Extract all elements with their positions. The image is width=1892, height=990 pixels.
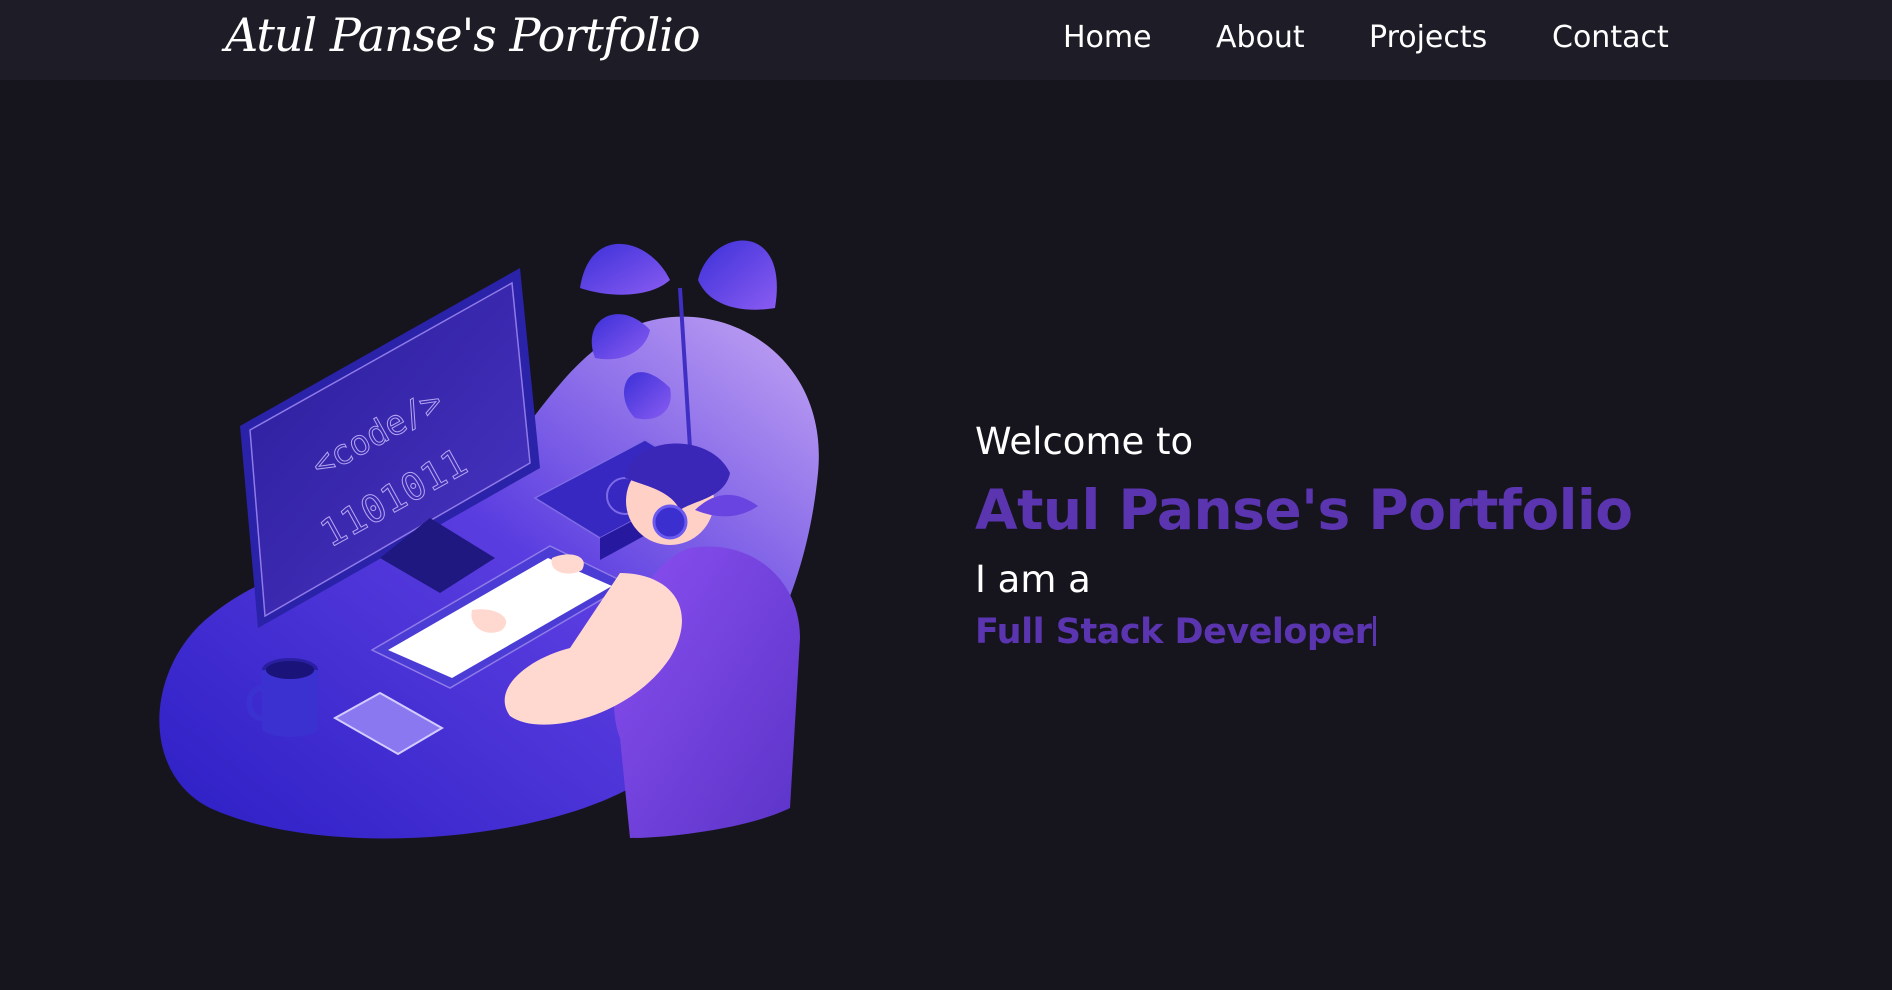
typed-role-text: Full Stack Developer: [975, 612, 1372, 652]
hero-title: Atul Panse's Portfolio: [975, 478, 1633, 542]
nav-projects-link[interactable]: Projects: [1369, 20, 1487, 55]
intro-text: I am a: [975, 558, 1091, 601]
nav-contact-link[interactable]: Contact: [1552, 20, 1669, 55]
nav-about-link[interactable]: About: [1216, 20, 1305, 55]
navbar: Atul Panse's Portfolio Home About Projec…: [0, 0, 1892, 80]
nav-home-link[interactable]: Home: [1063, 20, 1152, 55]
typing-caret: [1373, 616, 1377, 646]
developer-illustration: <code/> 1101011: [159, 240, 819, 839]
typed-role-line: Full Stack Developer: [975, 612, 1377, 652]
welcome-text: Welcome to: [975, 420, 1194, 463]
nav-links: Home About Projects Contact: [0, 20, 1892, 60]
